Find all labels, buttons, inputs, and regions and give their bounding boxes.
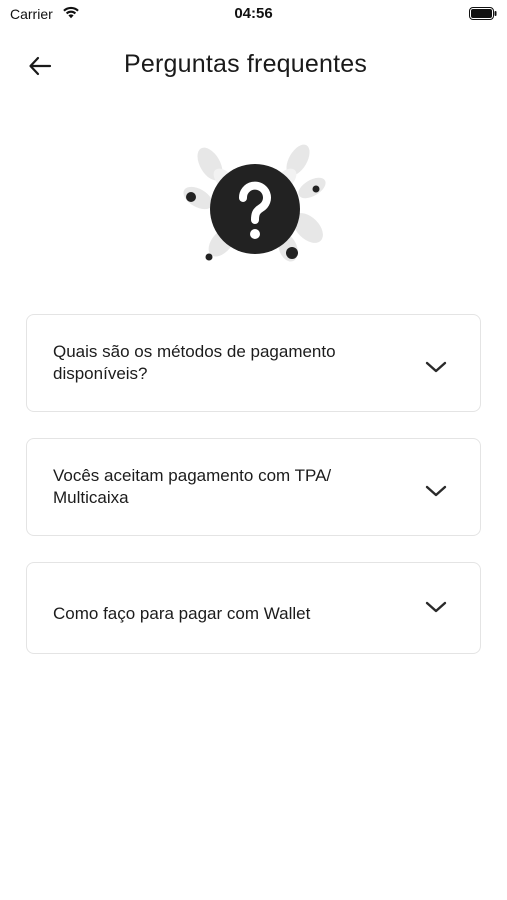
chevron-down-icon[interactable] bbox=[424, 359, 448, 375]
chevron-down-icon[interactable] bbox=[424, 599, 448, 615]
faq-question: Vocês aceitam pagamento com TPA/ Multica… bbox=[53, 466, 332, 507]
back-button[interactable] bbox=[22, 50, 58, 82]
faq-question: Quais são os métodos de pagamento dispon… bbox=[53, 342, 336, 383]
faq-illustration bbox=[183, 144, 326, 262]
faq-item[interactable]: Quais são os métodos de pagamento dispon… bbox=[26, 314, 481, 412]
status-bar: Carrier 04:56 bbox=[0, 0, 507, 30]
arrow-left-icon bbox=[29, 56, 52, 76]
faq-list: Quais são os métodos de pagamento dispon… bbox=[26, 314, 481, 680]
dot-decoration bbox=[186, 192, 196, 202]
faq-item[interactable]: Vocês aceitam pagamento com TPA/ Multica… bbox=[26, 438, 481, 536]
faq-item[interactable]: Como faço para pagar com Wallet bbox=[26, 562, 481, 654]
chevron-down-icon[interactable] bbox=[424, 483, 448, 499]
battery-icon bbox=[469, 7, 497, 20]
page-title: Perguntas frequentes bbox=[124, 50, 368, 78]
status-time: 04:56 bbox=[234, 5, 273, 22]
header: Perguntas frequentes bbox=[0, 40, 507, 92]
faq-question: Como faço para pagar com Wallet bbox=[53, 604, 311, 623]
